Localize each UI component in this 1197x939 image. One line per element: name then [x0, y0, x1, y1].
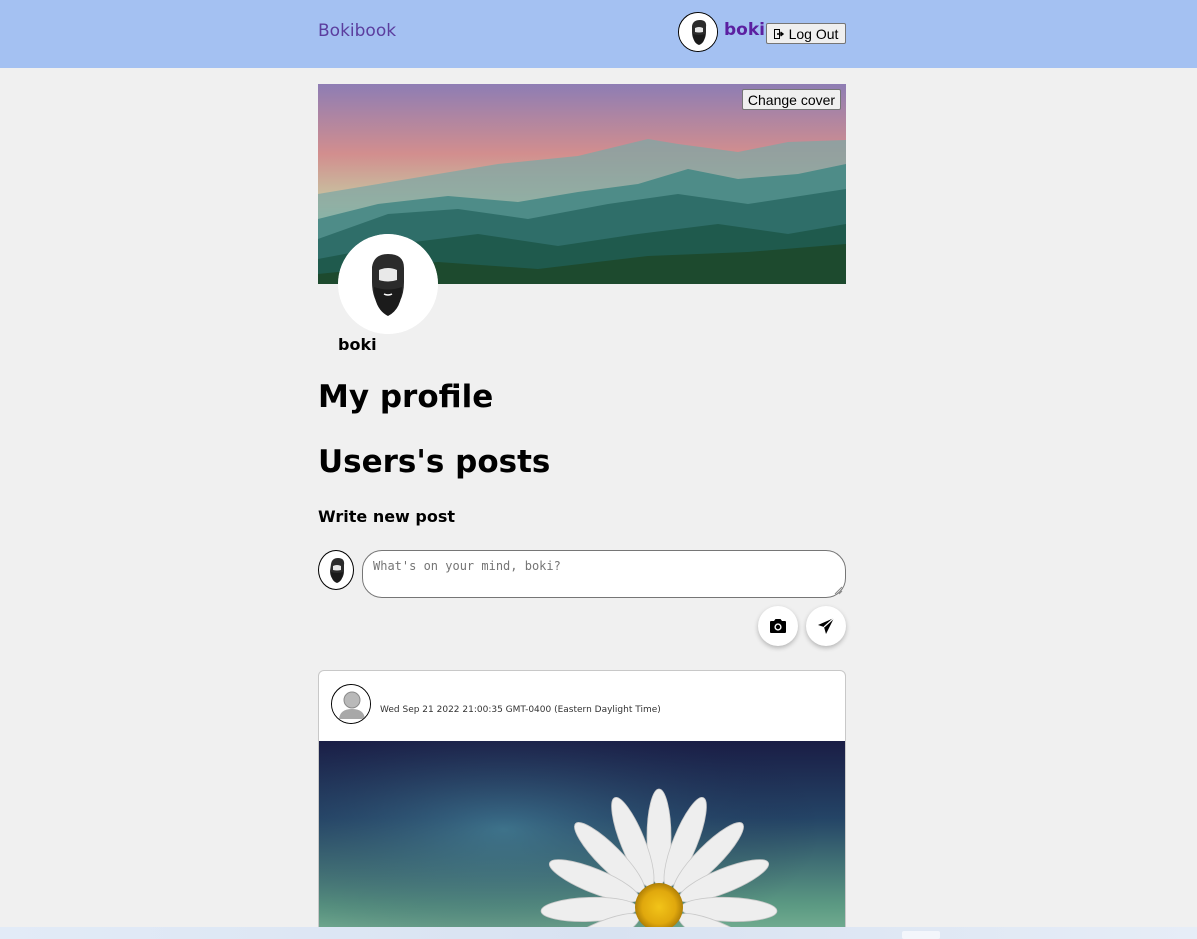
post-date: Wed Sep 21 2022 21:00:35 GMT-0400 (Easte… — [380, 705, 661, 715]
camera-icon — [770, 619, 786, 633]
profile-name: boki — [338, 335, 377, 354]
paper-plane-icon — [818, 617, 835, 634]
bearded-man-icon — [330, 558, 345, 583]
composer-avatar — [318, 550, 354, 590]
write-post-heading: Write new post — [318, 507, 456, 526]
post-image[interactable] — [319, 741, 845, 939]
change-cover-button[interactable]: Change cover — [742, 89, 841, 110]
bottom-strip — [0, 927, 1197, 939]
logout-label: Log Out — [788, 25, 839, 42]
send-post-button[interactable] — [806, 606, 846, 646]
default-user-icon[interactable] — [331, 684, 371, 724]
brand-link[interactable]: Bokibook — [318, 21, 396, 41]
sign-out-icon — [773, 28, 785, 39]
my-profile-heading: My profile — [318, 379, 494, 415]
logout-button[interactable]: Log Out — [766, 23, 846, 44]
bottom-tab — [902, 931, 940, 939]
top-navbar: Bokibook boki Log Out — [0, 0, 1197, 68]
new-post-input[interactable] — [362, 550, 846, 598]
profile-avatar[interactable] — [338, 234, 438, 334]
bearded-man-icon — [338, 234, 438, 334]
nav-username[interactable]: boki — [724, 20, 765, 40]
post-card: Wed Sep 21 2022 21:00:35 GMT-0400 (Easte… — [318, 670, 846, 939]
nav-avatar[interactable] — [678, 12, 718, 52]
posts-heading: Users's posts — [318, 444, 551, 480]
add-photo-button[interactable] — [758, 606, 798, 646]
bearded-man-icon — [679, 13, 717, 51]
